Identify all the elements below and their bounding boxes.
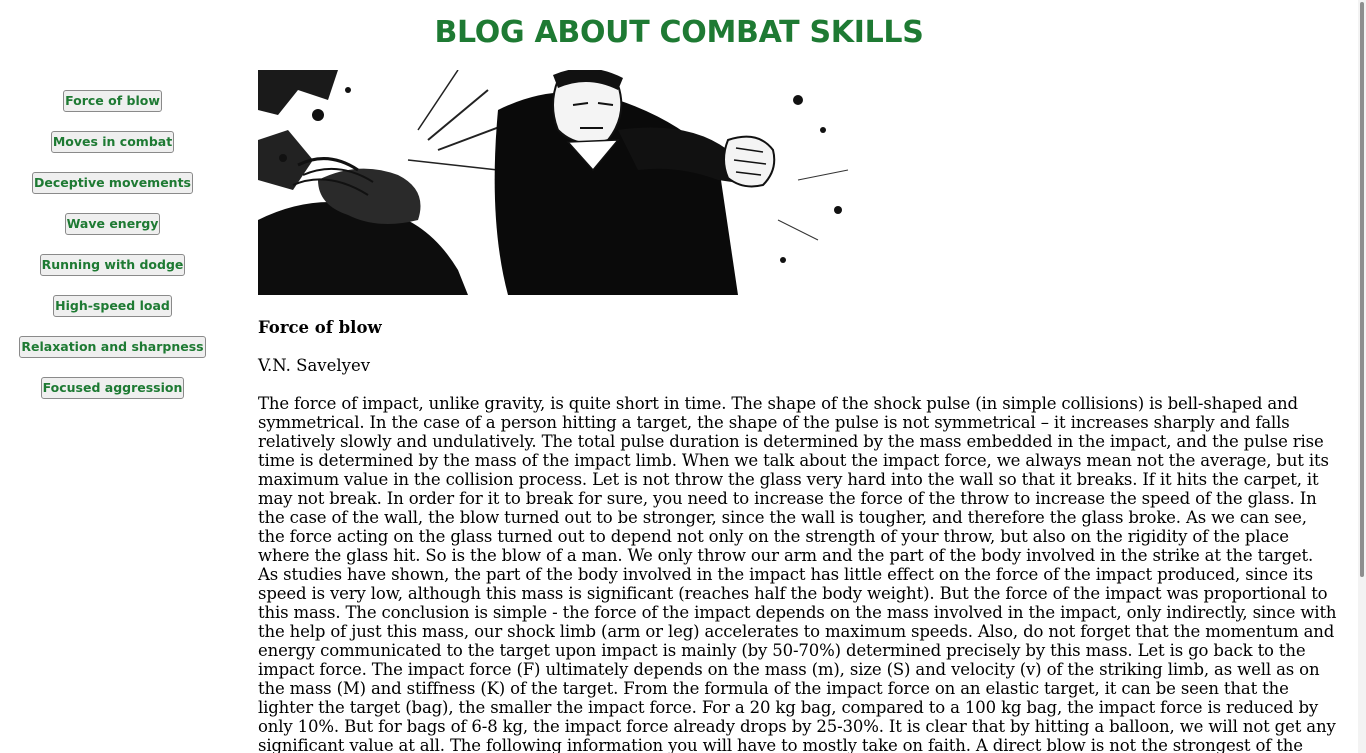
nav-button-moves-in-combat[interactable]: Moves in combat [50, 131, 175, 153]
scrollbar-thumb[interactable] [1360, 2, 1364, 577]
nav-button-deceptive-movements[interactable]: Deceptive movements [32, 172, 193, 194]
site-title: BLOG ABOUT COMBAT SKILLS [434, 15, 924, 50]
page-scrollbar[interactable] [1358, 0, 1366, 753]
comic-fight-illustration [258, 70, 858, 295]
nav-button-wave-energy[interactable]: Wave energy [64, 213, 161, 235]
nav-button-running-with-dodge[interactable]: Running with dodge [39, 254, 186, 276]
nav-button-focused-aggression[interactable]: Focused aggression [40, 377, 185, 399]
article-body: The force of impact, unlike gravity, is … [258, 394, 1337, 753]
nav-button-relaxation-and-sharpness[interactable]: Relaxation and sharpness [19, 336, 206, 358]
article-title: Force of blow [258, 318, 382, 337]
hero-image [258, 70, 858, 295]
article: Force of blow V.N. Savelyev The force of… [258, 318, 1338, 753]
nav-button-high-speed-load[interactable]: High-speed load [53, 295, 172, 317]
sidebar-nav: Force of blow Moves in combat Deceptive … [0, 90, 225, 418]
article-author: V.N. Savelyev [258, 356, 371, 375]
nav-button-force-of-blow[interactable]: Force of blow [63, 90, 162, 112]
